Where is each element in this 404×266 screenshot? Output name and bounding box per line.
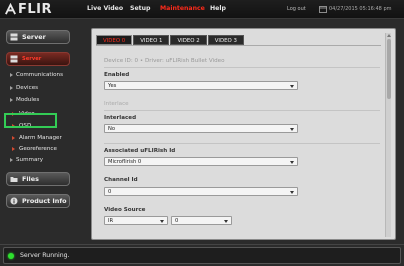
interlaced-value: No [108, 126, 116, 132]
server-sub-button[interactable]: Server [6, 52, 70, 66]
info-icon [10, 197, 18, 205]
sidebar-item-label: Communications [16, 72, 64, 78]
scrollbar[interactable] [385, 33, 391, 237]
interlace-section-title: Interlace [104, 101, 129, 107]
sidebar-item-communications[interactable]: Communications [10, 72, 63, 78]
associated-id-label: Associated uFLIRish Id [104, 148, 176, 154]
interlaced-label: Interlaced [104, 115, 137, 121]
server-button[interactable]: Server [6, 30, 70, 44]
expand-arrow-icon [10, 98, 13, 102]
video-source-index-value: 0 [175, 218, 179, 224]
dropdown-caret-icon [290, 128, 294, 131]
sidebar-item-label: Modules [16, 97, 40, 103]
enabled-label: Enabled [104, 72, 130, 78]
nav-help[interactable]: Help [210, 5, 226, 12]
channel-id-value: 0 [108, 189, 112, 195]
status-bar: Server Running. [0, 244, 404, 266]
tab-video-0[interactable]: VIDEO 0 [96, 35, 133, 45]
enabled-select[interactable]: Yes [104, 81, 298, 90]
logo-text: FLIR [18, 2, 53, 17]
sidebar-item-summary[interactable]: Summary [10, 157, 43, 163]
sidebar: Server Server Communications Devices Mod… [0, 20, 77, 242]
tab-divider [96, 45, 381, 46]
server-sub-button-label: Server [22, 56, 42, 62]
device-info: Device ID: 0 • Driver: uFLIRish Bullet V… [104, 58, 225, 64]
divider [104, 110, 380, 111]
nav-live-video[interactable]: Live Video [87, 5, 123, 12]
expand-arrow-icon [10, 73, 13, 77]
logout-link[interactable]: Log out [287, 6, 306, 12]
status-indicator-icon [8, 252, 14, 259]
sidebar-item-label: Summary [16, 157, 44, 163]
expand-arrow-icon [12, 136, 15, 140]
interlaced-select[interactable]: No [104, 124, 298, 133]
sidebar-item-devices[interactable]: Devices [10, 85, 38, 91]
dropdown-caret-icon [224, 220, 228, 223]
video-source-index-select[interactable]: 0 [171, 216, 232, 225]
tab-video-3[interactable]: VIDEO 3 [207, 35, 244, 45]
flir-logo: FLIR [4, 2, 52, 17]
sidebar-item-modules[interactable]: Modules [10, 97, 39, 103]
video-source-select[interactable]: IR [104, 216, 168, 225]
sidebar-item-label: Georeference [19, 146, 57, 152]
datetime-display: 04/27/2015 05:16:48 pm [319, 5, 392, 13]
channel-id-select[interactable]: 0 [104, 187, 298, 196]
channel-id-label: Channel Id [104, 177, 138, 183]
scrollbar-thumb[interactable] [387, 39, 391, 99]
expand-arrow-icon [10, 86, 13, 90]
server-button-label: Server [22, 33, 46, 41]
dropdown-caret-icon [290, 191, 294, 194]
server-icon [10, 33, 18, 41]
files-button[interactable]: Files [6, 172, 70, 186]
dropdown-caret-icon [160, 220, 164, 223]
dropdown-caret-icon [290, 161, 294, 164]
top-bar: FLIR Live Video Setup Maintenance Help L… [0, 0, 404, 19]
expand-arrow-icon [12, 147, 15, 151]
tab-video-2[interactable]: VIDEO 2 [170, 35, 207, 45]
dropdown-caret-icon [290, 85, 294, 88]
product-info-button[interactable]: Product Info [6, 194, 70, 208]
divider [104, 67, 380, 68]
sidebar-item-georeference[interactable]: Georeference [12, 146, 57, 152]
calendar-icon [319, 6, 327, 13]
nav-setup[interactable]: Setup [130, 5, 150, 12]
divider [104, 143, 380, 144]
server-icon [10, 55, 18, 63]
product-info-button-label: Product Info [22, 197, 67, 205]
video-source-value: IR [108, 218, 114, 224]
video-source-label: Video Source [104, 207, 146, 213]
sidebar-item-label: Devices [16, 85, 39, 91]
enabled-value: Yes [108, 83, 117, 89]
video-settings-panel: VIDEO 0 VIDEO 1 VIDEO 2 VIDEO 3 Device I… [91, 28, 396, 240]
status-box: Server Running. [3, 247, 401, 264]
sidebar-item-alarm-manager[interactable]: Alarm Manager [12, 135, 62, 141]
folder-icon [10, 177, 18, 182]
scroll-up-arrow-icon[interactable] [387, 34, 391, 37]
video-tabs: VIDEO 0 VIDEO 1 VIDEO 2 VIDEO 3 [96, 35, 245, 45]
datetime-text: 04/27/2015 05:16:48 pm [329, 6, 392, 12]
modules-highlight-box [4, 113, 57, 128]
expand-arrow-icon [10, 158, 13, 162]
nav-maintenance[interactable]: Maintenance [160, 5, 205, 12]
tab-video-1[interactable]: VIDEO 1 [133, 35, 170, 45]
flir-logo-icon [5, 3, 16, 15]
files-button-label: Files [22, 175, 39, 183]
associated-id-value: Microflirish 0 [108, 159, 142, 165]
associated-id-select[interactable]: Microflirish 0 [104, 157, 298, 166]
status-text: Server Running. [20, 252, 70, 259]
sidebar-item-label: Alarm Manager [19, 135, 62, 141]
